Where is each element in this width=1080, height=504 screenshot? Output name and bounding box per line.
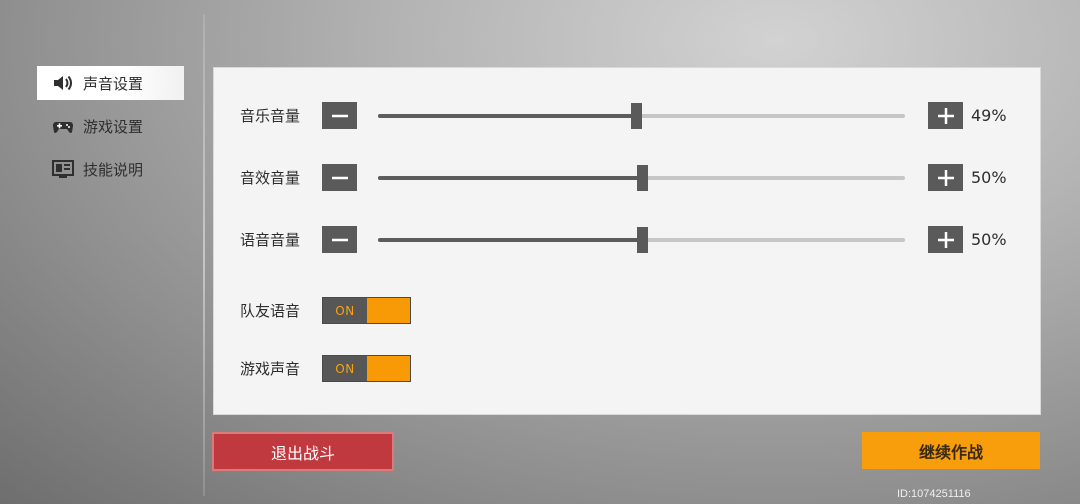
music-volume-increase-button[interactable] xyxy=(928,102,963,129)
sfx-volume-decrease-button[interactable] xyxy=(322,164,357,191)
sound-settings-panel: 音乐音量 49% 音效音量 50% 语音音量 50% 队友语音 ON 游戏声音 xyxy=(213,67,1041,415)
teammate-voice-label: 队友语音 xyxy=(240,302,301,320)
game-sound-label: 游戏声音 xyxy=(240,360,301,378)
toggle-state-text: ON xyxy=(323,298,367,323)
sfx-volume-increase-button[interactable] xyxy=(928,164,963,191)
sidebar-item-sound-settings[interactable]: 声音设置 xyxy=(37,66,184,100)
slider-fill xyxy=(378,238,642,242)
plus-icon xyxy=(937,169,954,186)
music-volume-slider[interactable] xyxy=(378,103,905,129)
toggle-state-text: ON xyxy=(323,356,367,381)
slider-fill xyxy=(378,176,642,180)
slider-thumb[interactable] xyxy=(636,165,648,191)
sidebar-item-skill-info[interactable]: 技能说明 xyxy=(37,152,184,186)
gamepad-icon xyxy=(51,115,75,137)
sidebar-item-label: 技能说明 xyxy=(83,160,144,179)
plus-icon xyxy=(937,231,954,248)
sfx-volume-label: 音效音量 xyxy=(240,169,301,187)
voice-volume-increase-button[interactable] xyxy=(928,226,963,253)
sfx-volume-value: 50% xyxy=(971,168,1007,187)
toggle-knob xyxy=(367,298,410,323)
music-volume-value: 49% xyxy=(971,106,1007,125)
sidebar-item-game-settings[interactable]: 游戏设置 xyxy=(37,109,184,143)
minus-icon xyxy=(331,176,348,179)
voice-volume-slider[interactable] xyxy=(378,227,905,253)
minus-icon xyxy=(331,238,348,241)
plus-icon xyxy=(937,107,954,124)
sfx-volume-slider[interactable] xyxy=(378,165,905,191)
sidebar-item-label: 游戏设置 xyxy=(83,117,144,136)
sidebar-item-label: 声音设置 xyxy=(83,74,144,93)
continue-battle-button[interactable]: 继续作战 xyxy=(862,432,1040,469)
divider-line xyxy=(203,14,205,496)
voice-volume-label: 语音音量 xyxy=(240,231,301,249)
game-sound-toggle[interactable]: ON xyxy=(322,355,411,382)
voice-volume-value: 50% xyxy=(971,230,1007,249)
sidebar: 声音设置 游戏设置 技能说明 xyxy=(37,66,184,195)
slider-thumb[interactable] xyxy=(636,227,648,253)
toggle-knob xyxy=(367,356,410,381)
speaker-icon xyxy=(51,72,75,94)
voice-volume-decrease-button[interactable] xyxy=(322,226,357,253)
skill-screen-icon xyxy=(51,158,75,180)
exit-battle-button[interactable]: 退出战斗 xyxy=(212,432,394,471)
slider-thumb[interactable] xyxy=(631,103,643,129)
player-id-text: ID:1074251116 xyxy=(897,488,971,500)
minus-icon xyxy=(331,114,348,117)
music-volume-decrease-button[interactable] xyxy=(322,102,357,129)
teammate-voice-toggle[interactable]: ON xyxy=(322,297,411,324)
slider-fill xyxy=(378,114,637,118)
music-volume-label: 音乐音量 xyxy=(240,107,301,125)
